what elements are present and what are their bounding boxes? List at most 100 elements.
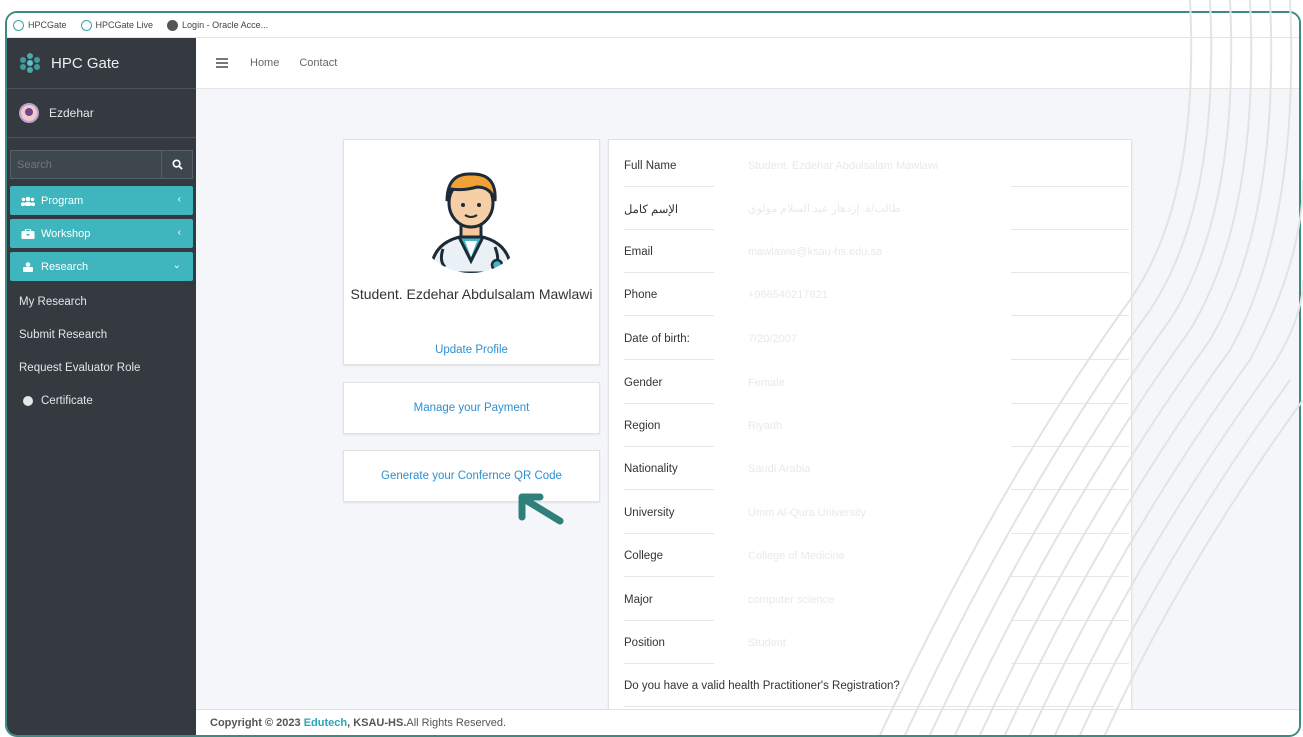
bookmark-hpcgate-live[interactable]: HPCGate Live <box>80 19 154 31</box>
detail-label: Nationality <box>624 462 678 475</box>
chevron-down-icon: ⌄ <box>172 260 181 271</box>
sidebar-item-request-evaluator-role[interactable]: Request Evaluator Role <box>7 351 196 384</box>
search-icon <box>171 159 183 170</box>
detail-label: الإسم كامل <box>624 203 679 216</box>
hpc-icon <box>80 19 92 31</box>
detail-label: Date of birth: <box>624 332 690 345</box>
detail-label: Phone <box>624 288 658 301</box>
nav-label: Research <box>41 260 89 273</box>
footer-suffix: All Rights Reserved. <box>406 716 507 729</box>
gear-icon <box>23 395 33 406</box>
detail-row: Nationality Saudi Arabia <box>624 447 1129 490</box>
detail-label: Email <box>624 245 653 258</box>
search-button[interactable] <box>161 150 193 179</box>
detail-value: 7/20/2007 <box>748 332 797 345</box>
research-icon <box>23 261 33 272</box>
sidebar-item-my-research[interactable]: My Research <box>7 285 196 318</box>
sidebar: HPC Gate Ezdehar Program ‹ <box>7 38 196 735</box>
brand-link[interactable]: HPC Gate <box>7 38 196 89</box>
profile-card: Student. Ezdehar Abdulsalam Mawlawi Upda… <box>343 139 600 365</box>
users-icon <box>21 196 35 206</box>
profile-details-card: Full Name Student. Ezdehar Abdulsalam Maw… <box>608 139 1132 711</box>
update-profile-link[interactable]: Update Profile <box>344 340 599 358</box>
detail-row: Full Name Student. Ezdehar Abdulsalam Maw… <box>624 144 1129 187</box>
detail-value: Umm Al-Qura University <box>748 506 866 519</box>
main-content: Student. Ezdehar Abdulsalam Mawlawi Upda… <box>196 89 1299 711</box>
chevron-left-icon: ‹ <box>177 227 181 238</box>
generate-qr-link[interactable]: Generate your Confernce QR Code <box>381 470 562 482</box>
detail-value: Student. Ezdehar Abdulsalam Mawlawi <box>748 159 939 172</box>
footer-org: , KSAU-HS. <box>347 716 407 729</box>
detail-value: طالب/ة. إزدهار عبد السلام مولوي <box>748 203 901 215</box>
detail-row: College College of Medicine <box>624 534 1129 577</box>
update-profile-label: Update Profile <box>435 344 508 356</box>
question-text: Do you have a valid health Practitioner'… <box>624 679 900 692</box>
manage-payment-card[interactable]: Manage your Payment <box>343 382 600 434</box>
manage-payment-link[interactable]: Manage your Payment <box>414 402 530 414</box>
nav-program[interactable]: Program ‹ <box>10 186 193 215</box>
search-input[interactable] <box>10 150 161 179</box>
bookmark-oracle-login[interactable]: Login - Oracle Acce... <box>167 19 269 31</box>
registration-question: Do you have a valid health Practitioner'… <box>624 664 1114 707</box>
doctor-avatar <box>413 157 529 273</box>
nav-research[interactable]: Research ⌄ <box>10 252 193 281</box>
sidebar-item-label: Request Evaluator Role <box>19 361 141 374</box>
detail-label: College <box>624 549 663 562</box>
detail-value: College of Medicine <box>748 549 845 562</box>
detail-label: University <box>624 506 675 519</box>
menu-toggle-icon[interactable] <box>216 56 228 71</box>
globe-icon <box>167 19 179 31</box>
brand-text: HPC Gate <box>51 54 120 72</box>
detail-value: Female <box>748 376 785 389</box>
detail-row: University Umm Al-Qura University <box>624 491 1129 534</box>
detail-label: Position <box>624 636 665 649</box>
detail-value: Student <box>748 636 786 649</box>
sidebar-search <box>10 150 193 179</box>
footer: Copyright © 2023 Edutech , KSAU-HS. All … <box>196 709 1299 735</box>
detail-row: Phone +966540217821 <box>624 273 1129 316</box>
bookmark-label: HPCGate Live <box>95 20 154 30</box>
detail-row: Position Student <box>624 621 1129 664</box>
footer-prefix: Copyright © 2023 <box>210 716 304 729</box>
detail-value: Riyadh <box>748 419 783 432</box>
sidebar-item-submit-research[interactable]: Submit Research <box>7 318 196 351</box>
detail-row: Gender Female <box>624 361 1129 404</box>
nav-label: Workshop <box>41 227 91 240</box>
detail-row: Region Riyadh <box>624 404 1129 447</box>
profile-name: Student. Ezdehar Abdulsalam Mawlawi <box>350 286 593 302</box>
sidebar-item-label: My Research <box>19 295 87 308</box>
nav-label: Program <box>41 194 84 207</box>
user-name: Ezdehar <box>49 106 94 120</box>
hpc-icon <box>13 19 24 31</box>
footer-brand-link[interactable]: Edutech <box>304 717 347 729</box>
pointer-arrow-icon <box>518 493 564 525</box>
briefcase-icon <box>21 228 35 239</box>
sidebar-item-label: Certificate <box>41 394 93 407</box>
bookmark-hpcgate[interactable]: HPCGate <box>13 19 67 31</box>
detail-value: computer science <box>748 593 835 606</box>
nav-home-link[interactable]: Home <box>250 57 279 69</box>
sidebar-item-label: Submit Research <box>19 328 108 341</box>
top-navbar: Home Contact <box>196 38 1299 89</box>
detail-row: Major computer science <box>624 578 1129 621</box>
bookmark-label: Login - Oracle Acce... <box>182 20 269 30</box>
detail-value: Saudi Arabia <box>748 462 811 475</box>
avatar <box>19 103 39 123</box>
browser-frame: HPCGate HPCGate Live Login - Oracle Acce… <box>5 11 1301 737</box>
detail-row: Email mawlawie@ksau-hs.edu.sa <box>624 230 1129 273</box>
nav-workshop[interactable]: Workshop ‹ <box>10 219 193 248</box>
chevron-left-icon: ‹ <box>177 194 181 205</box>
bookmarks-bar: HPCGate HPCGate Live Login - Oracle Acce… <box>7 13 1299 38</box>
sidebar-item-certificate[interactable]: Certificate <box>7 384 196 417</box>
detail-label: Major <box>624 593 653 606</box>
bookmark-label: HPCGate <box>28 20 67 30</box>
detail-value: +966540217821 <box>748 288 828 301</box>
user-panel[interactable]: Ezdehar <box>7 89 196 138</box>
detail-label: Region <box>624 419 661 432</box>
detail-row: الإسم كامل طالب/ة. إزدهار عبد السلام مولو… <box>624 187 1129 230</box>
detail-row: Date of birth: 7/20/2007 <box>624 317 1129 360</box>
nav-contact-link[interactable]: Contact <box>299 57 337 69</box>
detail-label: Gender <box>624 376 663 389</box>
hpc-logo-icon <box>20 53 40 73</box>
detail-label: Full Name <box>624 159 677 172</box>
